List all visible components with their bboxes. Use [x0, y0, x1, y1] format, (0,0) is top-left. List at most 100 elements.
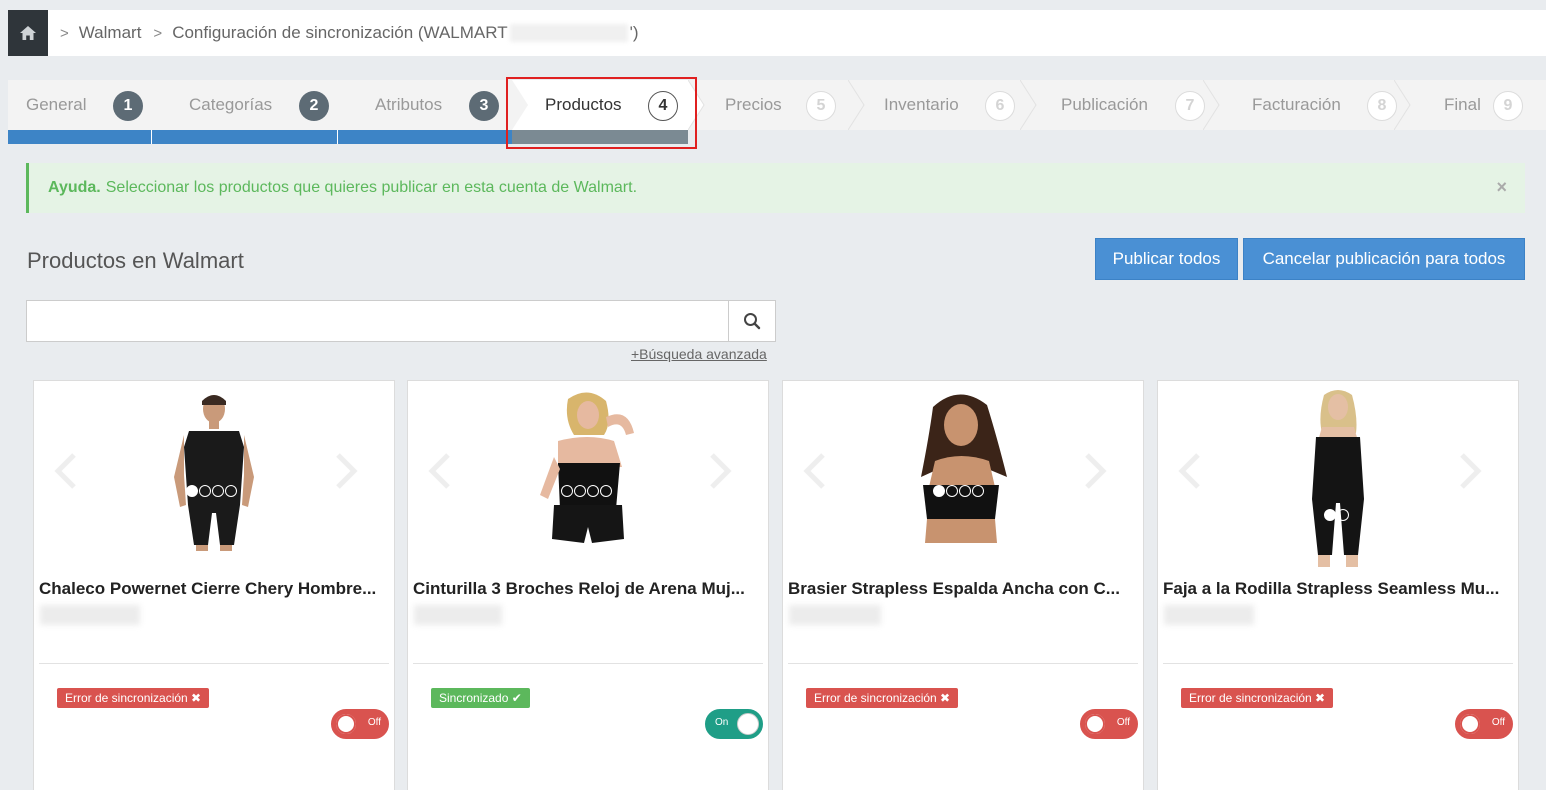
carousel-dot[interactable] [933, 485, 945, 497]
step-progress-bar [338, 130, 512, 144]
highlight-box [506, 77, 697, 149]
carousel-dot[interactable] [225, 485, 237, 497]
product-title[interactable]: Faja a la Rodilla Strapless Seamless Mu.… [1163, 579, 1513, 599]
status-badge: Sincronizado ✔ [431, 688, 530, 708]
wizard-step-atributos[interactable]: Atributos 3 [337, 80, 512, 130]
product-card: Brasier Strapless Espalda Ancha con C...… [782, 380, 1144, 790]
close-icon[interactable]: × [1496, 177, 1507, 198]
product-card: Cinturilla 3 Broches Reloj de Arena Muj.… [407, 380, 769, 790]
carousel-dot[interactable] [600, 485, 612, 497]
publish-toggle[interactable]: On [705, 709, 763, 739]
publish-all-button[interactable]: Publicar todos [1095, 238, 1238, 280]
carousel-next-icon[interactable] [332, 451, 360, 491]
toggle-knob [335, 713, 357, 735]
toggle-label: On [715, 717, 729, 728]
carousel-dot[interactable] [186, 485, 198, 497]
search-icon [744, 313, 761, 330]
step-separator-icon [848, 80, 865, 130]
step-separator-icon [1394, 80, 1411, 130]
home-icon [20, 26, 36, 40]
page-title: Productos en Walmart [27, 248, 244, 273]
carousel-dots [186, 485, 238, 497]
carousel-next-icon[interactable] [706, 451, 734, 491]
chevron-right-icon: > [60, 24, 69, 42]
wizard-step-label: Categorías [189, 95, 273, 114]
wizard-step-categorias[interactable]: Categorías 2 [151, 80, 337, 130]
advanced-search-link[interactable]: +Búsqueda avanzada [631, 346, 767, 362]
carousel-prev-icon[interactable] [52, 451, 80, 491]
carousel-dot[interactable] [1337, 509, 1349, 521]
publish-toggle[interactable]: Off [1455, 709, 1513, 739]
wizard-step-number: 2 [299, 91, 329, 121]
carousel-dot[interactable] [574, 485, 586, 497]
redacted-account-name [509, 24, 628, 42]
wizard-step-facturacion[interactable]: Facturación 8 [1208, 80, 1398, 130]
wizard-step-publicacion[interactable]: Publicación 7 [1028, 80, 1208, 130]
toggle-label: Off [1491, 717, 1505, 728]
step-progress-bar [8, 130, 151, 144]
publish-toggle[interactable]: Off [1080, 709, 1138, 739]
search-box [26, 300, 776, 342]
product-card: Faja a la Rodilla Strapless Seamless Mu.… [1157, 380, 1519, 790]
wizard-step-label: Publicación [1061, 95, 1148, 114]
publish-toggle[interactable]: Off [331, 709, 389, 739]
breadcrumb-item-config: Configuración de sincronización (WALMART [172, 23, 508, 42]
carousel-dot[interactable] [959, 485, 971, 497]
carousel-dots [561, 485, 613, 497]
carousel-dot[interactable] [199, 485, 211, 497]
carousel-next-icon[interactable] [1456, 451, 1484, 491]
carousel-prev-icon[interactable] [801, 451, 829, 491]
divider [39, 663, 389, 664]
carousel-next-icon[interactable] [1081, 451, 1109, 491]
carousel-dots [1324, 509, 1350, 521]
wizard-step-final[interactable]: Final 9 [1398, 80, 1546, 130]
wizard-step-label: Atributos [375, 95, 443, 114]
breadcrumb-item-walmart[interactable]: Walmart [79, 23, 142, 43]
divider [1163, 663, 1513, 664]
toggle-label: Off [1116, 717, 1130, 728]
wizard-step-precios[interactable]: Precios 5 [698, 80, 858, 130]
cancel-all-button[interactable]: Cancelar publicación para todos [1243, 238, 1525, 280]
toggle-knob [1084, 713, 1106, 735]
status-badge: Error de sincronización ✖ [1181, 688, 1334, 708]
carousel-prev-icon[interactable] [1176, 451, 1204, 491]
wizard-step-label: Precios [725, 95, 782, 114]
redacted-sku [1164, 605, 1254, 625]
alert-title: Ayuda. [48, 179, 101, 196]
product-title[interactable]: Brasier Strapless Espalda Ancha con C... [788, 579, 1138, 599]
product-title[interactable]: Chaleco Powernet Cierre Chery Hombre... [39, 579, 389, 599]
wizard-step-number: 9 [1493, 91, 1523, 121]
redacted-sku [40, 605, 140, 625]
step-progress-bar [152, 130, 337, 144]
search-input[interactable] [27, 301, 728, 341]
carousel-dot[interactable] [1324, 509, 1336, 521]
wizard-step-inventario[interactable]: Inventario 6 [858, 80, 1028, 130]
alert-text: Seleccionar los productos que quieres pu… [105, 179, 638, 196]
step-separator-icon [1020, 80, 1037, 130]
toggle-label: Off [367, 717, 381, 728]
step-separator-icon [1203, 80, 1220, 130]
wizard-step-label: Inventario [884, 95, 959, 114]
home-button[interactable] [8, 10, 48, 56]
toggle-knob [1459, 713, 1481, 735]
toggle-knob [737, 713, 759, 735]
wizard-step-label: Final [1444, 95, 1481, 114]
carousel-dot[interactable] [212, 485, 224, 497]
wizard-step-number: 6 [985, 91, 1015, 121]
carousel-dot[interactable] [587, 485, 599, 497]
wizard-step-number: 7 [1175, 91, 1205, 121]
divider [413, 663, 763, 664]
divider [788, 663, 1138, 664]
breadcrumb: > Walmart > Configuración de sincronizac… [8, 10, 1546, 56]
status-badge: Error de sincronización ✖ [57, 688, 210, 708]
wizard-step-general[interactable]: General 1 [8, 80, 151, 130]
carousel-prev-icon[interactable] [426, 451, 454, 491]
carousel-dot[interactable] [946, 485, 958, 497]
redacted-sku [789, 605, 881, 625]
carousel-dot[interactable] [972, 485, 984, 497]
product-title[interactable]: Cinturilla 3 Broches Reloj de Arena Muj.… [413, 579, 763, 599]
carousel-dot[interactable] [561, 485, 573, 497]
search-button[interactable] [728, 301, 775, 341]
wizard-step-number: 3 [469, 91, 499, 121]
status-badge: Error de sincronización ✖ [806, 688, 959, 708]
